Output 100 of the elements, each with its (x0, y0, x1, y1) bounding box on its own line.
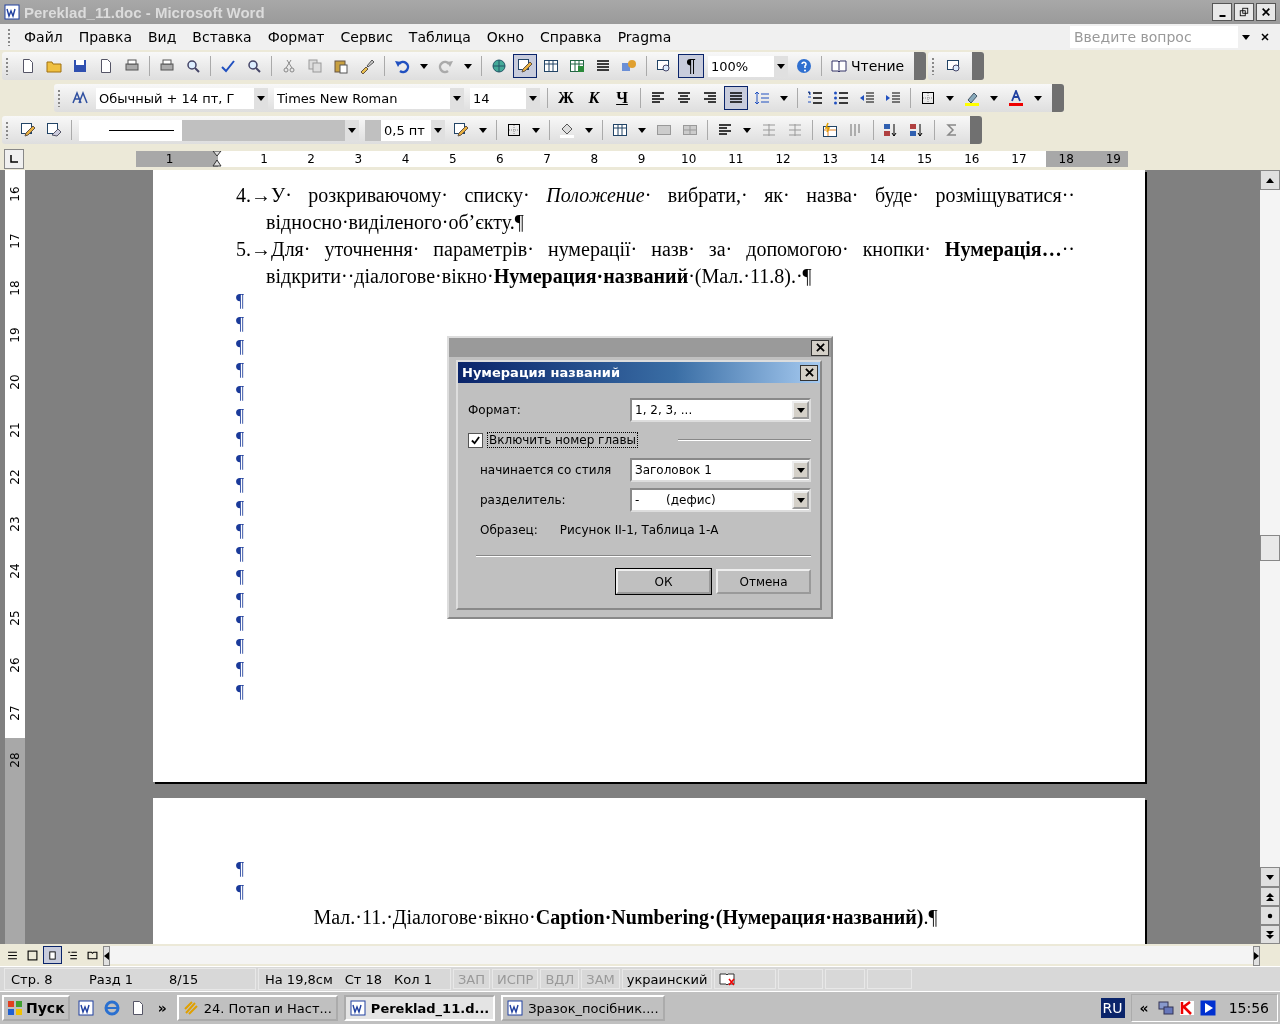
insert-table-icon[interactable] (543, 58, 559, 74)
word-icon[interactable] (77, 1000, 94, 1016)
dropdown-arrow-icon[interactable] (479, 127, 487, 133)
spelling-icon[interactable] (220, 58, 236, 74)
insert-table-icon[interactable] (612, 122, 628, 138)
font-combo[interactable]: Times New Roman (274, 87, 464, 109)
dropdown-arrow-icon[interactable] (420, 63, 428, 69)
bold-button[interactable]: Ж (553, 86, 579, 110)
menu-item[interactable]: Окно (478, 27, 532, 47)
dropdown-arrow-icon[interactable] (1034, 95, 1042, 101)
cancel-button[interactable]: Отмена (716, 569, 811, 594)
dropdown-arrow-icon[interactable] (529, 95, 537, 101)
menu-item[interactable]: Формат (259, 27, 333, 47)
insert-spreadsheet-icon[interactable] (569, 58, 585, 74)
menu-item[interactable]: Вид (139, 27, 185, 47)
spelling-status-icon[interactable] (719, 971, 736, 987)
shading-icon[interactable] (559, 122, 575, 138)
dropdown-arrow-icon[interactable] (453, 95, 461, 101)
language-indicator[interactable]: украинский (621, 969, 713, 989)
dropdown-arrow-icon[interactable] (348, 127, 356, 133)
decrease-indent-icon[interactable] (859, 90, 875, 106)
sort-ascending-icon[interactable] (883, 122, 899, 138)
highlight-icon[interactable] (964, 90, 980, 106)
include-chapter-checkbox[interactable] (468, 432, 483, 448)
undo-icon[interactable] (394, 58, 410, 74)
next-page-button[interactable] (1260, 925, 1280, 944)
draw-table-icon[interactable] (20, 122, 36, 138)
checkbox-label[interactable]: Включить номер главы (488, 433, 637, 447)
help-icon[interactable] (796, 58, 812, 74)
close-button[interactable] (1256, 3, 1276, 21)
dropdown-arrow-icon[interactable] (990, 95, 998, 101)
taskbar-button[interactable]: Зразок_посібник.... (501, 995, 665, 1021)
dropdown-arrow-icon[interactable] (257, 95, 265, 101)
menu-item[interactable]: Правка (70, 27, 140, 47)
toolbar-options-button[interactable] (914, 52, 927, 80)
more-button[interactable]: » (153, 1000, 171, 1016)
menu-item[interactable]: Таблица (400, 27, 479, 47)
styles-icon[interactable] (72, 90, 88, 106)
numbering-icon[interactable] (807, 90, 823, 106)
document-map-icon[interactable] (656, 58, 672, 74)
network-icon[interactable] (1157, 1000, 1174, 1016)
expand-tray-button[interactable]: « (1135, 1000, 1153, 1016)
style-combo[interactable]: Обычный + 14 пт, Г (96, 87, 268, 109)
cell-alignment-icon[interactable] (717, 122, 733, 138)
table-autoformat-icon[interactable] (822, 122, 838, 138)
cut-icon[interactable] (281, 58, 297, 74)
dropdown-arrow-icon[interactable] (1242, 34, 1250, 40)
close-button[interactable] (811, 339, 829, 356)
zoom-combo[interactable]: 100% (708, 55, 788, 77)
paste-icon[interactable] (333, 58, 349, 74)
browse-object-button[interactable] (1260, 906, 1280, 925)
menu-item[interactable]: Справка (531, 27, 610, 47)
tab-selector[interactable] (4, 149, 24, 169)
scroll-down-button[interactable] (1260, 867, 1280, 887)
line-weight-combo[interactable]: 0,5 пт (365, 119, 445, 141)
borders-icon[interactable] (506, 122, 522, 138)
indent-marker[interactable] (211, 151, 222, 167)
taskbar-button[interactable]: Pereklad_11.d... (343, 995, 496, 1021)
toolbar-options-button[interactable] (972, 52, 985, 80)
show-formatting-button[interactable]: ¶ (678, 54, 704, 78)
print-layout-view-button[interactable] (43, 946, 62, 964)
font-size-combo[interactable]: 14 (470, 87, 540, 109)
browser-icon[interactable] (103, 1000, 120, 1016)
menu-item[interactable]: Вставка (184, 27, 260, 47)
close-icon[interactable] (1260, 32, 1270, 42)
normal-view-icon[interactable] (7, 949, 18, 961)
open-folder-icon[interactable] (46, 58, 62, 74)
font-color-icon[interactable] (1008, 90, 1024, 106)
play-icon[interactable] (1199, 1000, 1216, 1016)
ok-button[interactable]: ОК (616, 569, 711, 594)
menu-item[interactable]: Файл (16, 27, 71, 47)
reading-view-icon[interactable] (87, 949, 98, 961)
merge-cells-icon[interactable] (656, 122, 672, 138)
dropdown-arrow-icon[interactable] (585, 127, 593, 133)
dropdown-arrow-icon[interactable] (946, 95, 954, 101)
style-dropdown[interactable]: Заголовок 1 (630, 458, 811, 482)
outline-view-icon[interactable] (67, 949, 78, 961)
help-search-field[interactable]: Введите вопрос (1070, 26, 1238, 48)
reading-button[interactable]: Чтение (827, 54, 909, 78)
borders-icon[interactable] (920, 90, 936, 106)
increase-indent-icon[interactable] (885, 90, 901, 106)
print-preview-icon[interactable] (185, 58, 201, 74)
eraser-icon[interactable] (46, 122, 62, 138)
drawing-icon[interactable] (621, 58, 637, 74)
italic-button[interactable]: К (581, 86, 607, 110)
line-spacing-icon[interactable] (754, 90, 770, 106)
columns-icon[interactable] (595, 58, 611, 74)
dropdown-arrow-icon[interactable] (780, 95, 788, 101)
save-icon[interactable] (72, 58, 88, 74)
dropdown-arrow-icon[interactable] (796, 467, 805, 473)
scroll-up-button[interactable] (1260, 170, 1280, 190)
dropdown-arrow-icon[interactable] (532, 127, 540, 133)
dropdown-arrow-icon[interactable] (743, 127, 751, 133)
minimize-button[interactable] (1212, 3, 1232, 21)
dropdown-arrow-icon[interactable] (464, 63, 472, 69)
web-view-icon[interactable] (27, 949, 38, 961)
bullets-icon[interactable] (833, 90, 849, 106)
sort-descending-icon[interactable] (909, 122, 925, 138)
research-icon[interactable] (246, 58, 262, 74)
start-button[interactable]: Пуск (2, 995, 70, 1021)
